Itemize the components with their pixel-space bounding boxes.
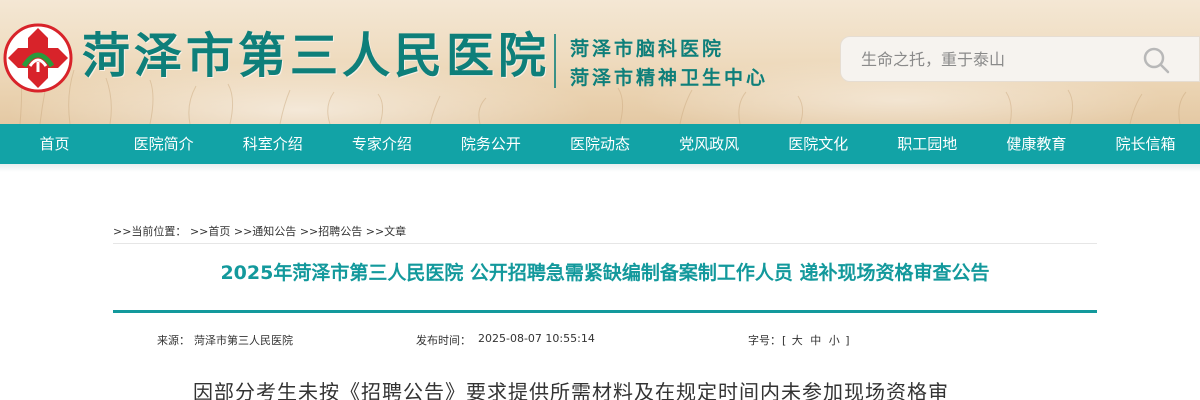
font-size-small[interactable]: 小 (829, 334, 840, 347)
nav-item-culture[interactable]: 医院文化 (764, 124, 873, 164)
search-input[interactable] (861, 45, 1131, 73)
publish-time-value: 2025-08-07 10:55:14 (478, 332, 595, 345)
title-divider (554, 34, 556, 88)
source-value: 菏泽市第三人民医院 (194, 334, 293, 347)
red-cross-logo-icon (3, 23, 73, 93)
nav-item-home[interactable]: 首页 (0, 124, 109, 164)
nav-shadow (0, 164, 1200, 172)
breadcrumb-label: >>当前位置： (113, 225, 187, 238)
nav-item-health[interactable]: 健康教育 (982, 124, 1091, 164)
breadcrumb-divider (113, 243, 1097, 244)
font-size-options: [ 大 中 小 ] (782, 332, 850, 348)
nav-item-party[interactable]: 党风政风 (655, 124, 764, 164)
breadcrumb-recruitment[interactable]: >>招聘公告 (300, 225, 362, 238)
subtitle-brain-hospital: 菏泽市脑科医院 (570, 38, 725, 60)
site-title: 菏泽市第三人民医院 (82, 28, 551, 84)
breadcrumb: >>当前位置： >>首页 >>通知公告 >>招聘公告 >>文章 (113, 223, 406, 239)
nav-item-experts[interactable]: 专家介绍 (327, 124, 436, 164)
article-title: 2025年菏泽市第三人民医院 公开招聘急需紧缺编制备案制工作人员 递补现场资格审… (220, 262, 990, 284)
font-size-label: 字号： (748, 334, 781, 347)
nav-item-affairs[interactable]: 院务公开 (436, 124, 545, 164)
title-divider-line (113, 310, 1097, 313)
source-label: 来源： (157, 334, 190, 347)
font-size-medium[interactable]: 中 (810, 334, 821, 347)
search-icon[interactable] (1141, 45, 1171, 75)
search-box (840, 36, 1200, 82)
nav-item-staff[interactable]: 职工园地 (873, 124, 982, 164)
font-size-bracket-close: ] (845, 334, 850, 347)
breadcrumb-article[interactable]: >>文章 (366, 225, 406, 238)
subtitle-mental-health-center: 菏泽市精神卫生中心 (570, 67, 769, 89)
nav-item-about[interactable]: 医院简介 (109, 124, 218, 164)
article-body-first-line: 因部分考生未按《招聘公告》要求提供所需材料及在规定时间内未参加现场资格审 (193, 380, 949, 400)
breadcrumb-notices[interactable]: >>通知公告 (234, 225, 296, 238)
nav-item-mailbox[interactable]: 院长信箱 (1091, 124, 1200, 164)
main-nav: 首页 医院简介 科室介绍 专家介绍 院务公开 医院动态 党风政风 医院文化 职工… (0, 124, 1200, 164)
publish-time-label: 发布时间： (416, 334, 471, 347)
nav-item-news[interactable]: 医院动态 (545, 124, 654, 164)
header-banner: 菏泽市第三人民医院 菏泽市脑科医院 菏泽市精神卫生中心 (0, 0, 1200, 124)
nav-item-departments[interactable]: 科室介绍 (218, 124, 327, 164)
font-size-bracket-open: [ (782, 334, 787, 347)
font-size-large[interactable]: 大 (792, 334, 803, 347)
breadcrumb-home[interactable]: >>首页 (190, 225, 230, 238)
